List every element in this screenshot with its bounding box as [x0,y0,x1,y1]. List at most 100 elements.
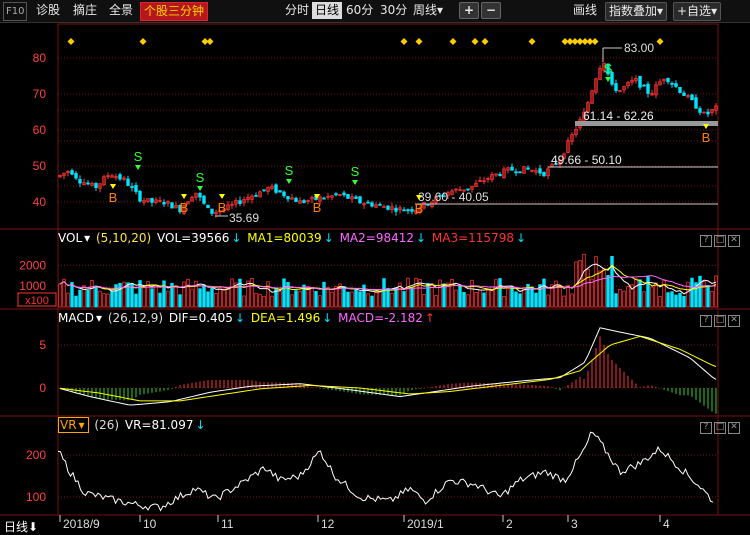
volume-bar [158,292,162,308]
volume-bar [354,289,358,308]
volume-bar [390,292,394,308]
period-60min[interactable]: 60分 [343,2,376,19]
volume-bar [78,289,82,308]
xaxis-label: 2018/9 [63,517,100,531]
candle-body [86,182,90,185]
tab-stock-three-minutes[interactable]: 个股三分钟 [140,2,209,21]
buy-arrow-icon [219,194,225,199]
close-icon[interactable]: ✕ [728,422,740,434]
candle-body [642,84,646,87]
volume-bar [278,290,282,308]
candle-body [346,193,350,199]
volume-bar [682,295,686,308]
candle-body [70,170,74,175]
volume-bar [374,292,378,308]
restore-icon[interactable]: □ [714,235,726,247]
vr-header: VR ▾ (26) VR=81.097 ↓ [58,417,208,433]
period-weekly-label: 周线 [413,3,438,17]
xaxis-label: 4 [663,517,670,531]
price-axis-label: 40 [33,195,47,209]
volume-bar [250,277,254,308]
period-weekly[interactable]: 周线▾ [410,2,446,19]
volume-bar [378,291,382,308]
draw-line-button[interactable]: 画线 [570,2,600,19]
xaxis-label: 3 [571,517,578,531]
vol-ma2: MA2=98412 [339,231,415,245]
candle-body [210,208,214,214]
index-overlay-button[interactable]: 指数叠加▾ [605,2,668,21]
signal-diamond [481,38,489,45]
chart-canvas[interactable]: 807060504083.0061.14 - 62.2649.66 - 50.1… [0,0,750,534]
xaxis-label: 2 [506,517,513,531]
volume-bar [470,279,474,308]
candle-body [118,174,122,180]
candle-body [370,202,374,207]
period-30min[interactable]: 30分 [377,2,410,19]
arrow-down-icon: ↓ [322,311,333,325]
volume-bar [202,284,206,308]
candle-body [646,83,650,94]
tab-quanjing[interactable]: 全景 [106,2,136,19]
candle-body [94,182,98,189]
macd-title[interactable]: MACD [58,311,94,325]
period-daily[interactable]: 日线 [312,2,343,19]
signal-diamond [449,38,457,45]
volume-bar [370,295,374,308]
volume-bar [230,278,234,308]
close-icon[interactable]: ✕ [728,315,740,327]
help-icon[interactable]: ? [700,422,712,434]
signal-diamond [656,38,664,45]
macd-axis-label: 5 [39,338,46,352]
range1-annotation: 61.14 - 62.26 [583,109,654,123]
vr-title[interactable]: VR ▾ [58,417,89,433]
volume-bar [458,286,462,308]
volume-bar [394,287,398,308]
add-watchlist-button[interactable]: +自选▾ [673,2,722,21]
buy-arrow-icon [181,194,187,199]
vol-title[interactable]: VOL [58,231,82,245]
candle-body [386,205,390,210]
volume-bar [658,296,662,308]
signal-diamond [400,38,408,45]
vol-header: VOL ▾ (5,10,20) VOL=39566 ↓ MA1=80039 ↓ MA2… [58,231,528,245]
volume-bar [386,287,390,308]
close-icon[interactable]: ✕ [728,235,740,247]
vol-unit-label: x100 [25,295,49,307]
zoom-in-button[interactable]: + [459,2,479,19]
candle-body [410,209,414,212]
bottom-period-label: 日线 [4,520,29,534]
volume-bar [602,268,606,308]
volume-bar [242,295,246,308]
help-icon[interactable]: ? [700,235,712,247]
volume-bar [90,280,94,308]
candle-body [302,200,306,203]
tab-zhengu[interactable]: 诊股 [33,2,63,19]
volume-bar [674,294,678,308]
volume-bar [710,290,714,308]
volume-bar [478,289,482,308]
candle-body [286,196,290,200]
period-fenshi[interactable]: 分时 [282,2,312,19]
help-icon[interactable]: ? [700,315,712,327]
volume-bar [654,282,658,308]
tab-zhaizhuang[interactable]: 摘庄 [70,2,100,19]
xaxis-label: 2019/1 [407,517,444,531]
volume-bar [586,269,590,308]
buy-signal: B [415,201,424,216]
restore-icon[interactable]: □ [714,315,726,327]
candle-body [698,108,702,113]
candle-body [238,200,242,204]
volume-bar [714,275,718,308]
candle-body [334,193,338,196]
volume-bar [218,287,222,308]
f10-button[interactable]: F10 [3,2,28,21]
candle-body [378,203,382,206]
volume-bar [706,285,710,308]
zoom-out-button[interactable]: − [481,2,501,19]
sell-signal: S [285,163,294,178]
volume-bar [110,290,114,308]
bottom-period-selector[interactable]: 日线⬇ [4,518,38,535]
vr-value: VR=81.097 [124,418,194,432]
candle-body [382,205,386,208]
restore-icon[interactable]: □ [714,422,726,434]
